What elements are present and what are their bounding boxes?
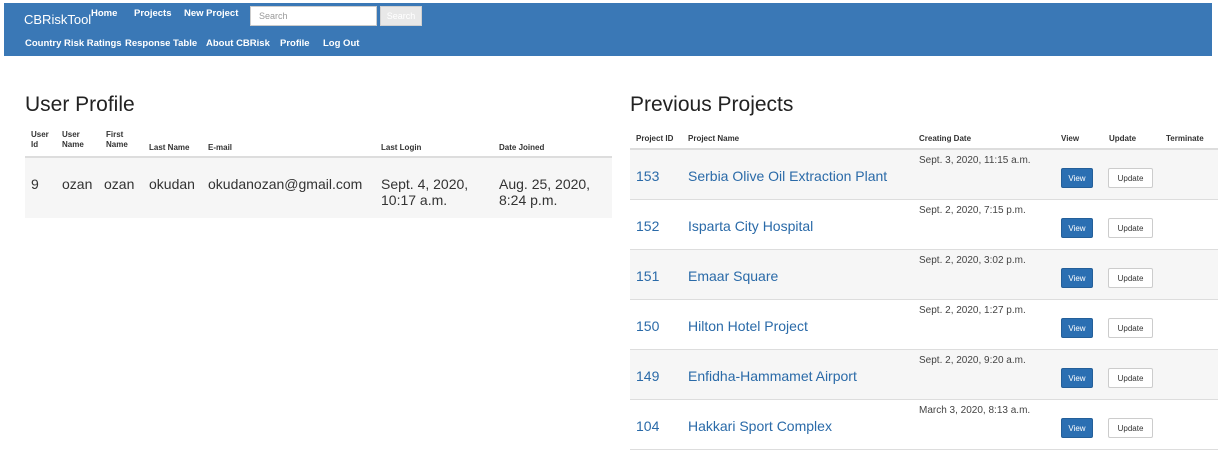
view-button[interactable]: View [1061,368,1093,388]
user-name-value: ozan [62,176,93,192]
header-first-name: First Name [106,130,128,149]
project-id: 151 [636,268,660,284]
project-id: 153 [636,168,660,184]
header-last-name: Last Name [149,143,190,152]
header-project-name: Project Name [688,134,740,143]
previous-projects-title: Previous Projects [630,93,794,116]
brand-logo[interactable]: CBRiskTool [24,12,91,27]
project-id: 150 [636,318,660,334]
creating-date: Sept. 2, 2020, 9:20 a.m. [919,355,1026,366]
creating-date: March 3, 2020, 8:13 a.m. [919,405,1031,416]
table-row: 153 Serbia Olive Oil Extraction Plant Se… [630,150,1218,200]
header-terminate: Terminate [1166,134,1204,143]
update-button[interactable]: Update [1108,168,1153,188]
nav-home[interactable]: Home [91,8,117,19]
creating-date: Sept. 2, 2020, 3:02 p.m. [919,255,1026,266]
header-last-login: Last Login [381,143,422,152]
header-view: View [1061,134,1080,143]
user-id-value: 9 [31,176,39,192]
projects-header-row: Project ID Project Name Creating Date Vi… [630,126,1218,150]
view-button[interactable]: View [1061,318,1093,338]
navbar: CBRiskTool Home Projects New Project Sea… [4,3,1212,56]
update-button[interactable]: Update [1108,318,1153,338]
project-id: 152 [636,218,660,234]
creating-date: Sept. 2, 2020, 7:15 p.m. [919,205,1026,216]
project-name-link[interactable]: Emaar Square [688,268,778,284]
last-login-value: Sept. 4, 2020, 10:17 a.m. [381,176,469,208]
nav-profile[interactable]: Profile [280,38,310,49]
view-button[interactable]: View [1061,168,1093,188]
header-creating-date: Creating Date [919,134,972,143]
header-date-joined: Date Joined [499,143,545,152]
project-name-link[interactable]: Serbia Olive Oil Extraction Plant [688,168,887,184]
table-row: 104 Hakkari Sport Complex March 3, 2020,… [630,400,1218,450]
projects-table: Project ID Project Name Creating Date Vi… [630,126,1218,450]
date-joined-value: Aug. 25, 2020, 8:24 p.m. [499,176,591,208]
table-row: 152 Isparta City Hospital Sept. 2, 2020,… [630,200,1218,250]
profile-data-row: 9 ozan ozan okudan okudanozan@gmail.com … [25,158,612,218]
creating-date: Sept. 2, 2020, 1:27 p.m. [919,305,1026,316]
header-email: E-mail [208,143,233,152]
project-name-link[interactable]: Enfidha-Hammamet Airport [688,368,857,384]
project-name-link[interactable]: Hakkari Sport Complex [688,418,832,434]
last-name-value: okudan [149,176,195,192]
project-name-link[interactable]: Isparta City Hospital [688,218,813,234]
update-button[interactable]: Update [1108,368,1153,388]
user-profile-table: User Id User Name First Name Last Name E… [25,126,612,218]
update-button[interactable]: Update [1108,218,1153,238]
creating-date: Sept. 3, 2020, 11:15 a.m. [919,155,1031,166]
email-value: okudanozan@gmail.com [208,176,363,192]
profile-header-row: User Id User Name First Name Last Name E… [25,126,612,158]
nav-log-out[interactable]: Log Out [323,38,359,49]
nav-country-risk-ratings[interactable]: Country Risk Ratings [25,38,122,49]
update-button[interactable]: Update [1108,418,1153,438]
view-button[interactable]: View [1061,418,1093,438]
search-button[interactable]: Search [380,6,422,26]
search-input[interactable] [250,6,377,26]
project-id: 149 [636,368,660,384]
view-button[interactable]: View [1061,268,1093,288]
header-project-id: Project ID [636,134,674,143]
header-user-id: User Id [31,130,49,149]
table-row: 149 Enfidha-Hammamet Airport Sept. 2, 20… [630,350,1218,400]
user-profile-title: User Profile [25,93,135,116]
nav-about-cbrisk[interactable]: About CBRisk [206,38,270,49]
table-row: 151 Emaar Square Sept. 2, 2020, 3:02 p.m… [630,250,1218,300]
project-name-link[interactable]: Hilton Hotel Project [688,318,808,334]
view-button[interactable]: View [1061,218,1093,238]
project-id: 104 [636,418,660,434]
table-row: 150 Hilton Hotel Project Sept. 2, 2020, … [630,300,1218,350]
nav-response-table[interactable]: Response Table [125,38,197,49]
first-name-value: ozan [104,176,135,192]
nav-new-project[interactable]: New Project [184,8,238,19]
update-button[interactable]: Update [1108,268,1153,288]
header-update: Update [1109,134,1137,143]
header-user-name: User Name [62,130,84,149]
nav-projects[interactable]: Projects [134,8,172,19]
